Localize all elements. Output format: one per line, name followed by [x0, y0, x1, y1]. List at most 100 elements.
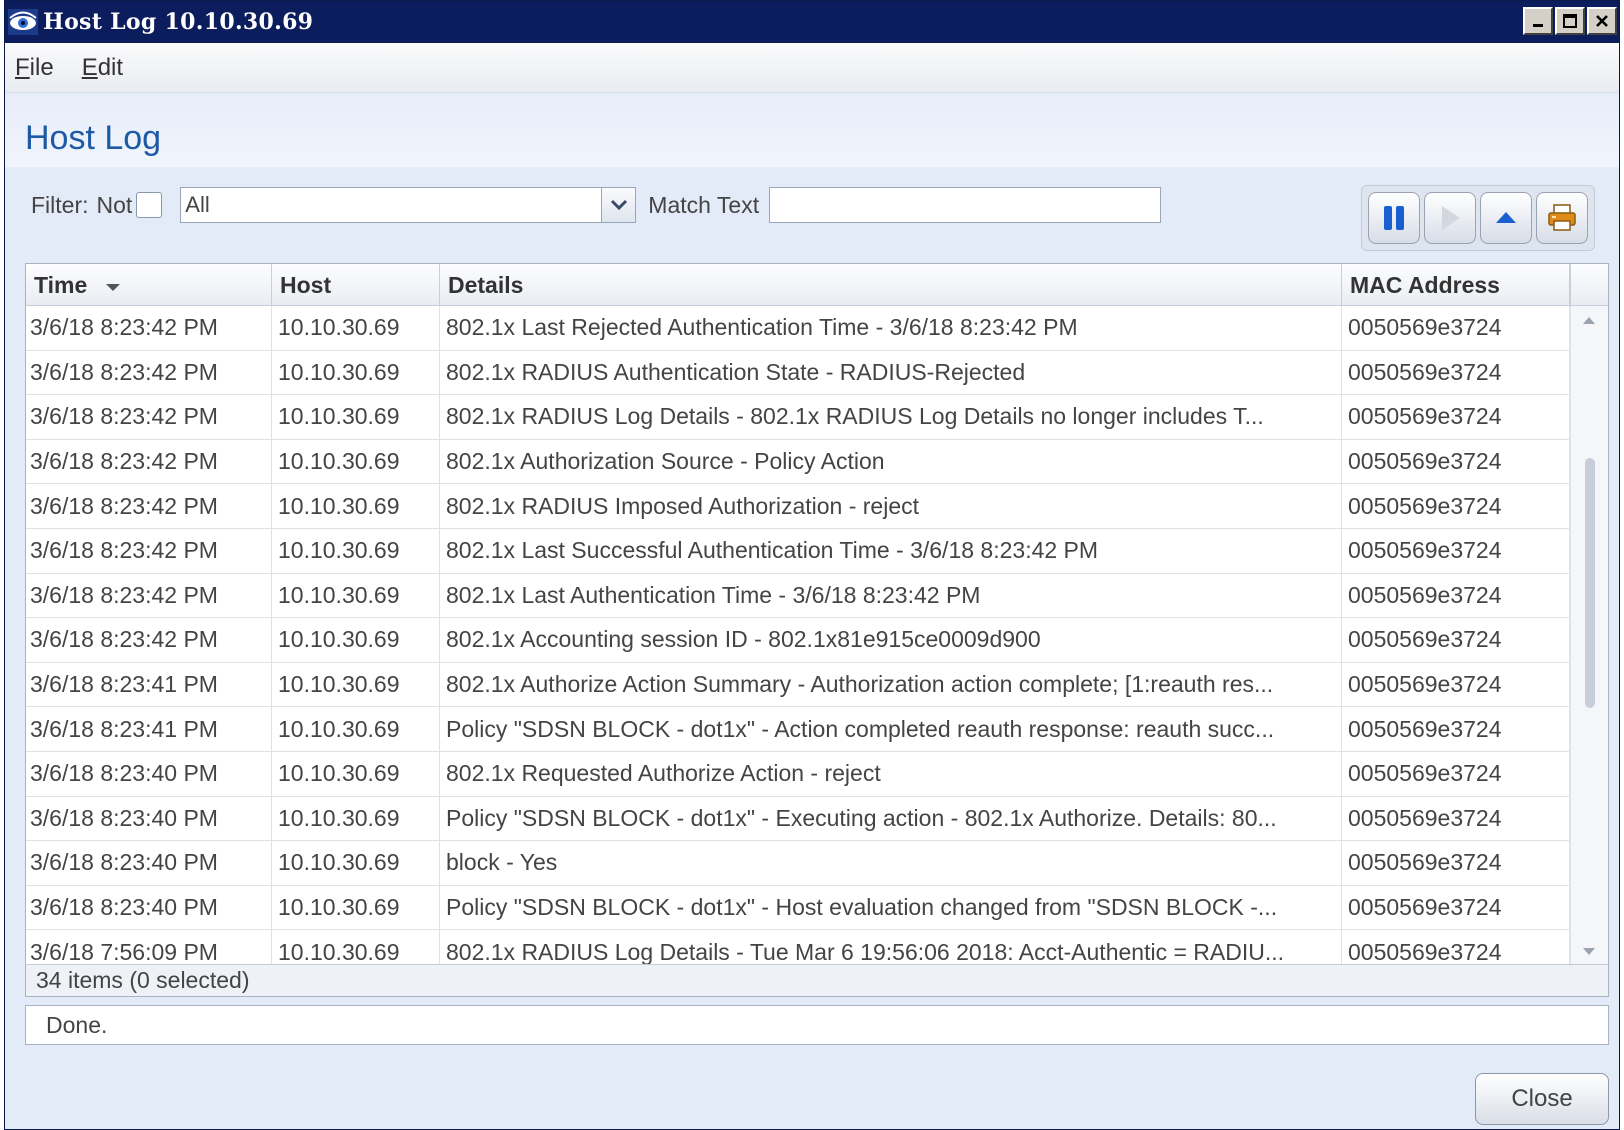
table-row[interactable]: 3/6/18 8:23:42 PM 10.10.30.69 802.1x Last …: [26, 528, 1570, 574]
cell-details: Policy "SDSN BLOCK - dot1x" - Action com…: [440, 707, 1342, 751]
table-row[interactable]: 3/6/18 8:23:42 PM 10.10.30.69 802.1x Last …: [26, 573, 1570, 619]
table-row[interactable]: 3/6/18 8:23:42 PM 10.10.30.69 802.1x Accou…: [26, 618, 1570, 663]
table-row[interactable]: 3/6/18 8:23:42 PM 10.10.30.69 802.1x RADIU…: [26, 395, 1570, 440]
play-button[interactable]: [1424, 192, 1476, 244]
cell-time: 3/6/18 8:23:42 PM: [26, 618, 272, 662]
cell-host: 10.10.30.69: [272, 662, 440, 707]
header-corner: [1570, 264, 1608, 306]
cell-host: 10.10.30.69: [272, 751, 440, 796]
cell-host: 10.10.30.69: [272, 573, 440, 618]
table-row[interactable]: 3/6/18 8:23:42 PM 10.10.30.69 802.1x Autho…: [26, 439, 1570, 485]
table-row[interactable]: 3/6/18 8:23:42 PM 10.10.30.69 802.1x Last …: [26, 306, 1570, 351]
cell-mac-address: 0050569e3724: [1342, 395, 1570, 439]
filter-label: Filter:: [31, 191, 89, 218]
close-icon: [1596, 15, 1608, 27]
table-row[interactable]: 3/6/18 8:23:40 PM 10.10.30.69 block - Yes 0…: [26, 841, 1570, 886]
column-header-time[interactable]: Time: [26, 264, 272, 306]
pause-button[interactable]: [1368, 192, 1420, 244]
cell-details: 802.1x RADIUS Authentication State - RAD…: [440, 350, 1342, 395]
filter-select[interactable]: All: [180, 187, 637, 223]
match-text-label: Match Text: [648, 191, 760, 218]
cell-host: 10.10.30.69: [272, 885, 440, 930]
cell-host: 10.10.30.69: [272, 707, 440, 751]
cell-time: 3/6/18 8:23:42 PM: [26, 306, 272, 350]
scroll-top-button[interactable]: [1480, 192, 1532, 244]
title-bar[interactable]: Host Log 10.10.30.69: [5, 1, 1619, 43]
table-row[interactable]: 3/6/18 8:23:41 PM 10.10.30.69 802.1x Autho…: [26, 662, 1570, 708]
sort-down-icon: [105, 272, 121, 299]
cell-time: 3/6/18 8:23:40 PM: [26, 751, 272, 796]
cell-details: 802.1x RADIUS Log Details - 802.1x RADIU…: [440, 395, 1342, 439]
cell-mac-address: 0050569e3724: [1342, 796, 1570, 841]
status-bar: Done.: [25, 1005, 1609, 1045]
cell-time: 3/6/18 8:23:41 PM: [26, 662, 272, 707]
cell-mac-address: 0050569e3724: [1342, 306, 1570, 350]
match-text-input[interactable]: [769, 187, 1162, 223]
vertical-scrollbar[interactable]: [1570, 306, 1608, 966]
close-button[interactable]: Close: [1475, 1073, 1609, 1125]
cell-host: 10.10.30.69: [272, 439, 440, 484]
menu-edit[interactable]: Edit: [68, 54, 137, 82]
table-body: 3/6/18 8:23:42 PM 10.10.30.69 802.1x Last …: [26, 306, 1570, 966]
host-log-table: Time Host Details MAC Address 3/6/18 8:2…: [25, 263, 1609, 997]
cell-mac-address: 0050569e3724: [1342, 841, 1570, 885]
table-row[interactable]: 3/6/18 8:23:40 PM 10.10.30.69 802.1x Reque…: [26, 751, 1570, 797]
maximize-button[interactable]: [1555, 7, 1585, 35]
cell-details: 802.1x RADIUS Log Details - Tue Mar 6 19…: [440, 930, 1342, 966]
table-row[interactable]: 3/6/18 8:23:40 PM 10.10.30.69 Policy "SDSN…: [26, 885, 1570, 931]
column-header-host[interactable]: Host: [272, 264, 440, 306]
cell-host: 10.10.30.69: [272, 930, 440, 966]
print-icon: [1548, 204, 1576, 231]
cell-details: 802.1x Accounting session ID - 802.1x81e…: [440, 618, 1342, 662]
cell-time: 3/6/18 8:23:42 PM: [26, 395, 272, 439]
scrollbar-thumb[interactable]: [1585, 458, 1595, 708]
table-row[interactable]: 3/6/18 8:23:42 PM 10.10.30.69 802.1x RADIU…: [26, 484, 1570, 529]
column-header-mac-address[interactable]: MAC Address: [1342, 264, 1570, 306]
host-log-window: Host Log 10.10.30.69 File Edit Host Log …: [4, 0, 1620, 1130]
pause-icon: [1384, 206, 1404, 230]
filter-select-value: All: [185, 192, 210, 217]
cell-time: 3/6/18 7:56:09 PM: [26, 930, 272, 966]
heading-band: [5, 93, 1619, 167]
table-header: Time Host Details MAC Address: [26, 264, 1570, 306]
cell-host: 10.10.30.69: [272, 528, 440, 573]
log-toolbar: [1361, 185, 1595, 251]
column-header-details[interactable]: Details: [440, 264, 1342, 306]
cell-mac-address: 0050569e3724: [1342, 885, 1570, 930]
scroll-down-icon[interactable]: [1581, 944, 1597, 960]
cell-time: 3/6/18 8:23:40 PM: [26, 885, 272, 930]
minimize-icon: [1533, 24, 1543, 27]
cell-details: 802.1x Last Successful Authentication Ti…: [440, 528, 1342, 573]
cell-details: Policy "SDSN BLOCK - dot1x" - Host evalu…: [440, 885, 1342, 930]
cell-time: 3/6/18 8:23:42 PM: [26, 484, 272, 528]
cell-mac-address: 0050569e3724: [1342, 751, 1570, 796]
cell-time: 3/6/18 8:23:41 PM: [26, 707, 272, 751]
table-row[interactable]: 3/6/18 7:56:09 PM 10.10.30.69 802.1x RADIU…: [26, 930, 1570, 966]
minimize-button[interactable]: [1523, 7, 1553, 35]
cell-mac-address: 0050569e3724: [1342, 618, 1570, 662]
cell-host: 10.10.30.69: [272, 484, 440, 528]
eye-icon: [7, 6, 39, 38]
cell-details: 802.1x Authorize Action Summary - Author…: [440, 662, 1342, 707]
cell-details: 802.1x Requested Authorize Action - reje…: [440, 751, 1342, 796]
cell-host: 10.10.30.69: [272, 796, 440, 841]
close-window-button[interactable]: [1587, 7, 1617, 35]
scroll-up-icon[interactable]: [1581, 312, 1597, 328]
cell-host: 10.10.30.69: [272, 395, 440, 439]
page-title: Host Log: [25, 119, 162, 157]
print-button[interactable]: [1536, 192, 1588, 244]
maximize-icon: [1563, 14, 1577, 28]
table-row[interactable]: 3/6/18 8:23:41 PM 10.10.30.69 Policy "SDSN…: [26, 707, 1570, 752]
cell-mac-address: 0050569e3724: [1342, 528, 1570, 573]
cell-host: 10.10.30.69: [272, 618, 440, 662]
not-checkbox[interactable]: [136, 192, 163, 218]
chevron-down-icon[interactable]: [601, 188, 636, 222]
table-row[interactable]: 3/6/18 8:23:40 PM 10.10.30.69 Policy "SDSN…: [26, 796, 1570, 842]
table-row[interactable]: 3/6/18 8:23:42 PM 10.10.30.69 802.1x RADIU…: [26, 350, 1570, 396]
not-label: Not: [96, 191, 133, 218]
cell-time: 3/6/18 8:23:42 PM: [26, 573, 272, 618]
cell-mac-address: 0050569e3724: [1342, 573, 1570, 618]
cell-mac-address: 0050569e3724: [1342, 439, 1570, 484]
cell-details: 802.1x RADIUS Imposed Authorization - re…: [440, 484, 1342, 528]
menu-file[interactable]: File: [5, 54, 68, 82]
